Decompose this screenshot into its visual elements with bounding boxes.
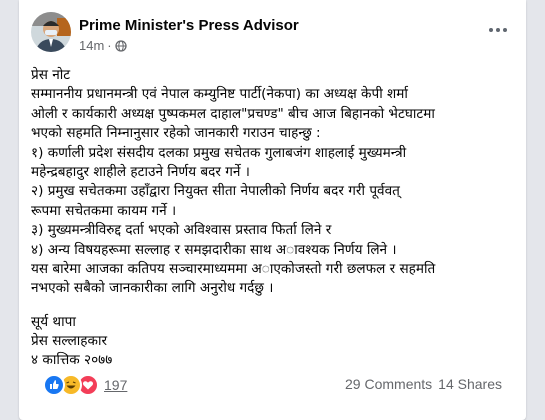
- post-card: Prime Minister's Press Advisor 14m · प्र…: [19, 0, 526, 420]
- post-stats: 29 Comments 14 Shares: [345, 376, 502, 392]
- post-meta: 14m ·: [79, 38, 127, 53]
- reaction-summary[interactable]: 197: [43, 374, 127, 396]
- post-line: १) कर्णाली प्रदेश संसदीय दलका प्रमुख सचे…: [31, 144, 407, 161]
- post-line: भएको सहमति निम्नानुसार रहेको जानकारी गरा…: [31, 125, 321, 142]
- avatar-photo: [31, 12, 71, 52]
- signature-name: सूर्य थापा: [31, 313, 76, 330]
- post-time[interactable]: 14m: [79, 38, 104, 53]
- post-line: नभएको सबैको जानकारीका लागि अनुरोध गर्दछु…: [31, 280, 274, 297]
- post-body: प्रेस नोट सम्माननीय प्रधानमन्त्री एवं ने…: [31, 66, 516, 371]
- post-line: यस बारेमा आजका कतिपय सञ्चारमाध्यममा अाएक…: [31, 260, 436, 277]
- post-line: ३) मुख्यमन्त्रीविरुद्द दर्ता भएको अविश्व…: [31, 222, 332, 239]
- meta-separator: ·: [107, 38, 112, 53]
- post-line: रूपमा सचेतकमा कायम गर्ने ।: [31, 202, 177, 219]
- post-line: सम्माननीय प्रधानमन्त्री एवं नेपाल कम्युन…: [31, 86, 408, 103]
- comments-count[interactable]: 29 Comments: [345, 376, 432, 392]
- post-footer: 197 29 Comments 14 Shares: [31, 374, 514, 398]
- globe-icon[interactable]: [114, 39, 127, 52]
- avatar[interactable]: [31, 12, 71, 52]
- signature-title: प्रेस सल्लाहकार: [31, 333, 108, 350]
- shares-count[interactable]: 14 Shares: [438, 376, 502, 392]
- like-icon: [43, 374, 65, 396]
- post-line: ओली र कार्यकारी अध्यक्ष पुष्पकमल दाहाल"प…: [31, 105, 435, 122]
- more-options-icon[interactable]: [484, 20, 512, 40]
- author-name[interactable]: Prime Minister's Press Advisor: [79, 17, 299, 34]
- post-line: महेन्द्रबहादुर शाहीले हटाउने निर्णय बदर …: [31, 163, 250, 180]
- post-line: ४) अन्य विषयहरूमा सल्लाह र समझदारीका साथ…: [31, 241, 397, 258]
- signature-date: ४ कात्तिक २०७७: [31, 352, 113, 369]
- reaction-count[interactable]: 197: [104, 377, 127, 393]
- post-line: २) प्रमुख सचेतकमा उहाँद्वारा नियुक्त सीत…: [31, 183, 400, 200]
- post-line: प्रेस नोट: [31, 67, 71, 83]
